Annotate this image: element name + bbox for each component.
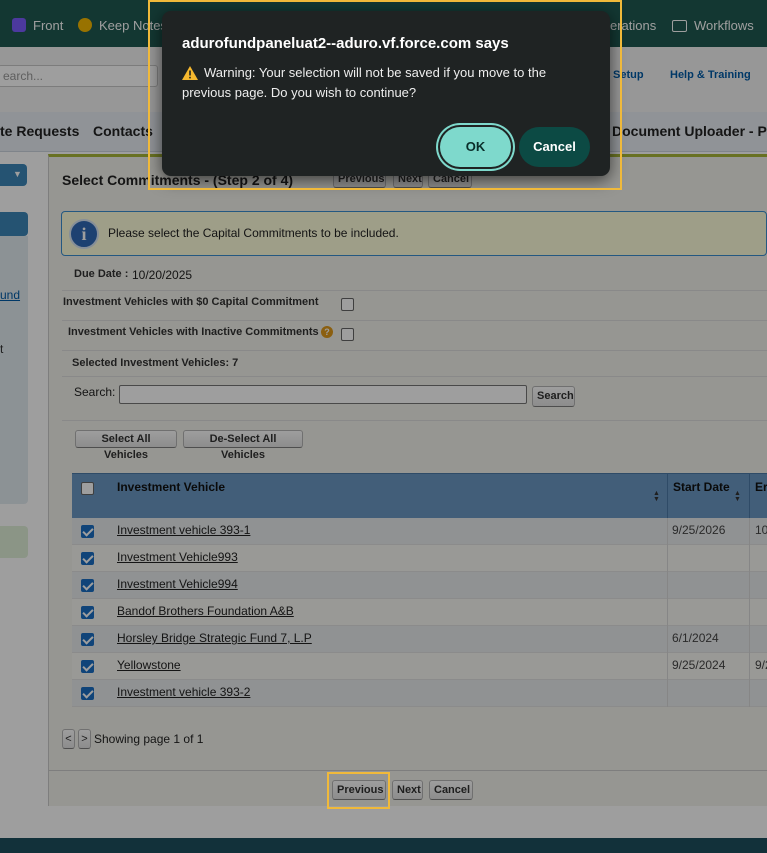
dialog-message-line1: Warning: Your selection will not be save…: [204, 65, 547, 80]
dialog-message-line2: previous page. Do you wish to continue?: [182, 85, 417, 100]
dialog-cancel-button[interactable]: Cancel: [519, 127, 590, 167]
dialog-title: adurofundpaneluat2--aduro.vf.force.com s…: [182, 35, 509, 52]
confirm-dialog: adurofundpaneluat2--aduro.vf.force.com s…: [162, 11, 610, 176]
dialog-ok-button[interactable]: OK: [440, 127, 511, 167]
warning-icon: [182, 66, 198, 80]
